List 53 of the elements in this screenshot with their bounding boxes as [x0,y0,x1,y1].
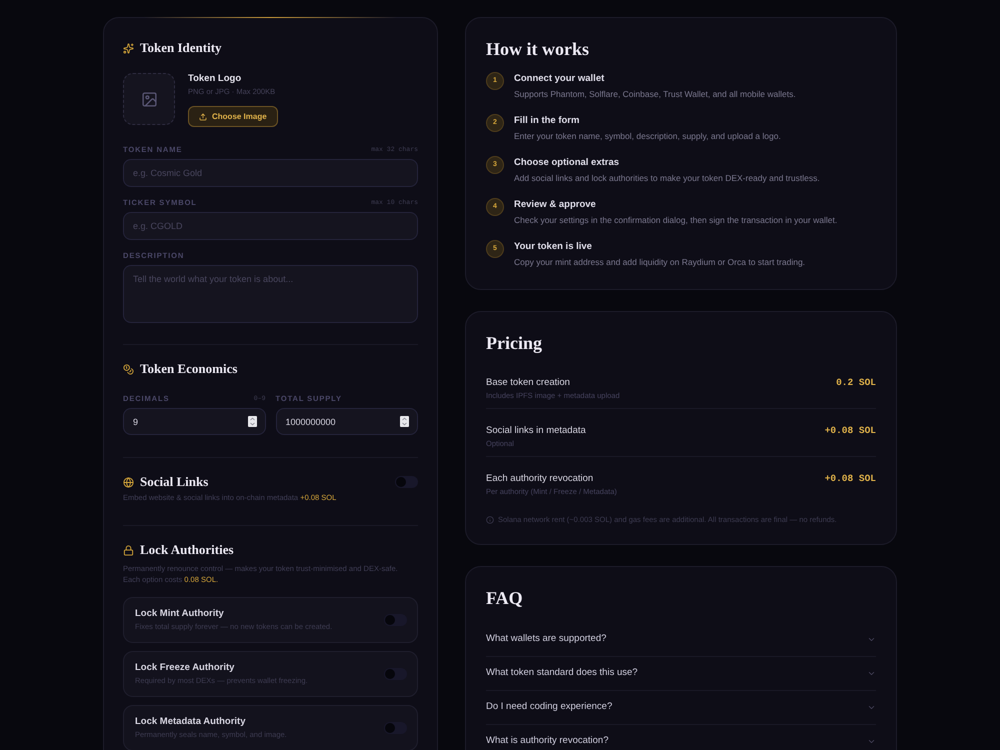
image-icon [140,90,158,108]
choose-image-button[interactable]: Choose Image [188,106,278,127]
step-description: Check your settings in the confirmation dialog, then sign the transaction in your wallet. [514,214,838,226]
section-heading: Lock Authorities [140,542,234,558]
faq-question[interactable]: What is authority revocation? [486,725,876,750]
toggle-switch[interactable] [395,476,418,488]
option-title: Lock Metadata Authority [135,716,246,728]
card-heading: Pricing [486,332,543,354]
section-heading: Social Links [140,474,208,490]
step-description: Copy your mint address and add liquidity on Raydium or Orca to start trading. [514,256,806,268]
step-title: Your token is live [514,241,593,253]
info-icon [486,516,494,524]
price-label: Base token creation [486,377,571,389]
chevron-down-icon [867,737,876,746]
chevron-down-icon [867,635,876,644]
description-textarea[interactable]: Tell the world what your token is about... [123,265,418,323]
step-description: Add social links and lock authorities to make your token DEX-ready and trustless. [514,172,820,184]
step-description: Supports Phantom, Solflare, Coinbase, Trust Wallet, and all mobile wallets. [514,88,796,100]
option-title: Lock Mint Authority [135,608,225,620]
option-title: Lock Freeze Authority [135,662,236,674]
text-input[interactable]: e.g. Cosmic Gold [123,159,418,187]
step-title: Connect your wallet [514,73,606,85]
upload-icon [199,112,207,120]
card-heading: How it works [486,38,590,60]
sparkle-icon [123,42,134,54]
chevron-down-icon [867,669,876,678]
section-heading: Token Economics [140,361,238,377]
section-heading: Token Identity [140,40,222,56]
step-description: Enter your token name, symbol, description, supply, and upload a logo. [514,130,781,142]
toggle-switch[interactable] [384,614,407,626]
coins-icon [123,364,134,374]
toggle-switch[interactable] [384,668,407,680]
text-input[interactable]: e.g. CGOLD [123,212,418,240]
step-title: Choose optional extras [514,157,620,169]
faq-question[interactable]: What wallets are supported? [486,623,876,657]
price-amount: 0.2 SOL [836,377,876,389]
globe-icon [123,476,134,488]
faq-question[interactable]: What token standard does this use? [486,657,876,691]
card-heading: FAQ [486,587,524,609]
logo-dropzone[interactable] [123,73,175,125]
toggle-switch[interactable] [384,722,407,734]
lock-icon [123,544,134,556]
price-label: Social links in metadata [486,425,586,437]
logo-title: Token Logo [188,73,242,84]
number-input[interactable]: 1000000000 [276,408,418,435]
faq-question[interactable]: Do I need coding experience? [486,691,876,725]
price-amount: +0.08 SOL [824,425,876,437]
step-title: Review & approve [514,199,597,211]
number-input[interactable]: 9 [123,408,266,435]
price-amount: +0.08 SOL [824,473,876,485]
step-title: Fill in the form [514,115,580,127]
chevron-down-icon [867,703,876,712]
price-label: Each authority revocation [486,473,594,485]
